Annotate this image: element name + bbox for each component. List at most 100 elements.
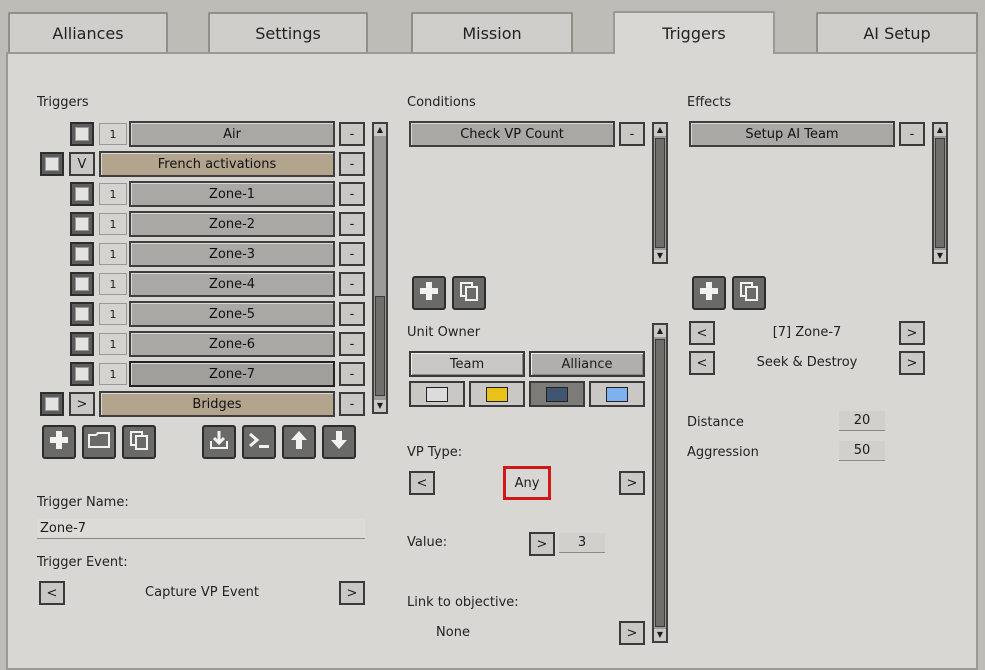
trigger-checkbox[interactable] (70, 332, 94, 356)
copy-trigger-button[interactable] (122, 425, 156, 459)
add-effect-button[interactable] (692, 276, 726, 310)
remove-trigger-button[interactable]: - (339, 362, 365, 386)
trigger-checkbox[interactable] (70, 362, 94, 386)
trigger-checkbox[interactable] (70, 242, 94, 266)
trigger-event-next-button[interactable]: > (339, 581, 365, 605)
aggression-field[interactable]: 50 (839, 441, 885, 461)
folder-icon (87, 430, 111, 455)
effect-item-setup-ai-team[interactable]: Setup AI Team (689, 121, 895, 147)
remove-trigger-button[interactable]: - (339, 302, 365, 326)
scroll-thumb[interactable] (655, 339, 665, 627)
condition-params-scrollbar[interactable]: ▲ ▼ (652, 323, 668, 643)
triggers-scrollbar[interactable]: ▲ ▼ (372, 122, 388, 414)
conditions-scrollbar[interactable]: ▲ ▼ (652, 122, 668, 264)
trigger-group-bridges[interactable]: Bridges (99, 391, 335, 417)
effects-heading: Effects (687, 95, 732, 110)
tab-alliances[interactable]: Alliances (8, 12, 168, 52)
vp-type-label: VP Type: (407, 445, 463, 460)
trigger-name-input[interactable]: Zone-7 (37, 519, 365, 539)
scroll-up-arrow-icon[interactable]: ▲ (374, 124, 386, 136)
trigger-item-air[interactable]: Air (129, 121, 335, 147)
scroll-thumb[interactable] (655, 138, 665, 248)
owner-swatch-white[interactable] (409, 381, 465, 407)
trigger-group-french-activations[interactable]: French activations (99, 151, 335, 177)
trigger-repeat-count: 1 (99, 273, 127, 295)
scroll-down-arrow-icon[interactable]: ▼ (374, 400, 386, 412)
remove-trigger-button[interactable]: - (339, 122, 365, 146)
import-button[interactable] (202, 425, 236, 459)
remove-trigger-button[interactable]: - (339, 392, 365, 416)
order-prev-button[interactable]: < (689, 351, 715, 375)
copy-condition-button[interactable] (452, 276, 486, 310)
scroll-thumb[interactable] (375, 296, 385, 396)
trigger-checkbox[interactable] (40, 392, 64, 416)
copy-icon (458, 280, 480, 307)
console-button[interactable] (242, 425, 276, 459)
group-toggle-button[interactable]: V (69, 152, 95, 176)
trigger-checkbox[interactable] (70, 272, 94, 296)
remove-trigger-button[interactable]: - (339, 242, 365, 266)
arrow-up-icon (289, 429, 309, 456)
tab-ai-setup[interactable]: AI Setup (816, 12, 978, 52)
tab-triggers[interactable]: Triggers (613, 11, 775, 54)
add-condition-button[interactable] (412, 276, 446, 310)
trigger-item-zone-1[interactable]: Zone-1 (129, 181, 335, 207)
link-objective-next-button[interactable]: > (619, 621, 645, 645)
import-icon (208, 429, 230, 456)
remove-trigger-button[interactable]: - (339, 182, 365, 206)
add-trigger-button[interactable] (42, 425, 76, 459)
scroll-down-arrow-icon[interactable]: ▼ (654, 629, 666, 641)
add-folder-button[interactable] (82, 425, 116, 459)
tab-settings[interactable]: Settings (208, 12, 368, 52)
remove-condition-button[interactable]: - (619, 122, 645, 146)
trigger-item-zone-4[interactable]: Zone-4 (129, 271, 335, 297)
value-field[interactable]: 3 (559, 533, 605, 553)
copy-effect-button[interactable] (732, 276, 766, 310)
scroll-thumb[interactable] (935, 138, 945, 248)
owner-alliance-button[interactable]: Alliance (529, 351, 645, 377)
vp-type-next-button[interactable]: > (619, 471, 645, 495)
owner-team-button[interactable]: Team (409, 351, 525, 377)
vp-type-value[interactable]: Any (503, 466, 551, 500)
trigger-checkbox[interactable] (70, 122, 94, 146)
trigger-checkbox[interactable] (70, 212, 94, 236)
trigger-event-prev-button[interactable]: < (39, 581, 65, 605)
move-up-button[interactable] (282, 425, 316, 459)
arrow-down-icon (329, 429, 349, 456)
remove-trigger-button[interactable]: - (339, 332, 365, 356)
trigger-item-zone-3[interactable]: Zone-3 (129, 241, 335, 267)
zone-next-button[interactable]: > (899, 321, 925, 345)
group-toggle-button[interactable]: > (69, 392, 95, 416)
trigger-checkbox[interactable] (70, 302, 94, 326)
trigger-item-zone-5[interactable]: Zone-5 (129, 301, 335, 327)
tab-label: AI Setup (863, 23, 931, 43)
remove-trigger-button[interactable]: - (339, 152, 365, 176)
value-increment-button[interactable]: > (529, 532, 555, 556)
remove-effect-button[interactable]: - (899, 122, 925, 146)
zone-value: [7] Zone-7 (772, 325, 842, 340)
owner-swatch-yellow[interactable] (469, 381, 525, 407)
swatch-color (606, 386, 628, 402)
scroll-up-arrow-icon[interactable]: ▲ (654, 325, 666, 337)
owner-swatch-blue[interactable] (589, 381, 645, 407)
condition-item-check-vp-count[interactable]: Check VP Count (409, 121, 615, 147)
distance-field[interactable]: 20 (839, 411, 885, 431)
scroll-up-arrow-icon[interactable]: ▲ (934, 124, 946, 136)
zone-prev-button[interactable]: < (689, 321, 715, 345)
trigger-checkbox[interactable] (40, 152, 64, 176)
trigger-checkbox[interactable] (70, 182, 94, 206)
tab-mission[interactable]: Mission (411, 12, 573, 52)
owner-swatch-navy[interactable] (529, 381, 585, 407)
scroll-down-arrow-icon[interactable]: ▼ (934, 250, 946, 262)
trigger-item-zone-7[interactable]: Zone-7 (129, 361, 335, 387)
effects-scrollbar[interactable]: ▲ ▼ (932, 122, 948, 264)
trigger-item-zone-2[interactable]: Zone-2 (129, 211, 335, 237)
trigger-item-zone-6[interactable]: Zone-6 (129, 331, 335, 357)
remove-trigger-button[interactable]: - (339, 272, 365, 296)
remove-trigger-button[interactable]: - (339, 212, 365, 236)
scroll-up-arrow-icon[interactable]: ▲ (654, 124, 666, 136)
scroll-down-arrow-icon[interactable]: ▼ (654, 250, 666, 262)
order-next-button[interactable]: > (899, 351, 925, 375)
vp-type-prev-button[interactable]: < (409, 471, 435, 495)
move-down-button[interactable] (322, 425, 356, 459)
